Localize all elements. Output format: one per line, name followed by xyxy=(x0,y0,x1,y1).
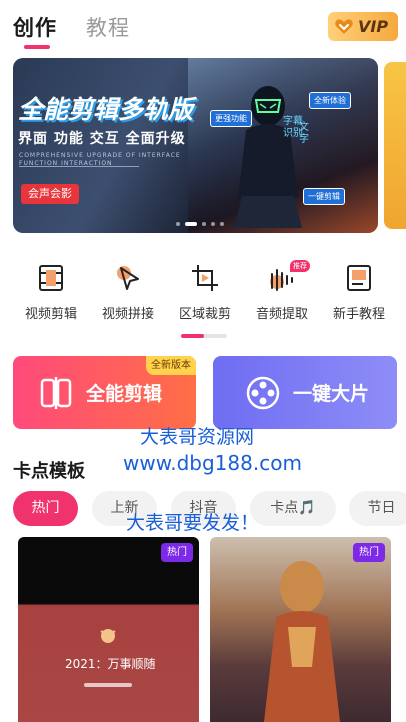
hot-badge: 热门 xyxy=(353,543,385,562)
book-icon xyxy=(347,265,371,291)
tool-area-crop[interactable]: 区域裁剪 xyxy=(167,262,243,322)
banner-title: 全能剪辑多轨版 xyxy=(18,95,194,124)
tab-create[interactable]: 创作 xyxy=(13,12,57,42)
banner-divider xyxy=(19,166,139,167)
banner-tag-oneclick: 一键剪辑 xyxy=(303,188,345,205)
section-title: 卡点模板 xyxy=(13,461,85,482)
banner-cta-label: 会声会影 xyxy=(21,184,79,204)
next-banner-peek[interactable] xyxy=(384,62,406,229)
pagination-dot-active xyxy=(185,222,197,226)
watermark-text: 大表哥资源网 xyxy=(140,426,255,448)
banner-vertical-text-2: 文字 xyxy=(299,122,309,145)
splice-cursor-icon xyxy=(117,266,139,290)
tool-label: 音频提取 xyxy=(255,307,308,322)
one-click-movie-card[interactable]: 一键大片 xyxy=(213,356,397,429)
tool-label: 视频拼接 xyxy=(101,307,154,322)
vip-label: VIP xyxy=(358,17,389,36)
tool-label: 区域裁剪 xyxy=(178,307,231,322)
banner-tag-new: 全新体验 xyxy=(309,92,351,109)
masked-person-image xyxy=(234,86,302,228)
chip-festival[interactable]: 节日 xyxy=(349,491,406,526)
promo-banner[interactable]: 全能剪辑多轨版 界面 功能 交互 全面升级 COMPREHENSIVE UPGR… xyxy=(13,58,378,233)
tool-beginner-tutorial[interactable]: 新手教程 xyxy=(321,262,397,322)
heart-chevron-icon xyxy=(335,18,353,34)
crop-icon xyxy=(192,265,218,291)
pagination-dot xyxy=(220,222,224,226)
tool-label: 新手教程 xyxy=(332,307,385,322)
tool-page-indicator-active xyxy=(181,334,204,338)
banner-tag-update: 更强功能 xyxy=(210,110,252,127)
chip-beat[interactable]: 卡点🎵 xyxy=(250,491,336,526)
one-click-movie-label: 一键大片 xyxy=(293,383,370,405)
template-card[interactable]: 热门 2021：万事顺随 xyxy=(18,537,199,722)
tool-grid: 视频剪辑 视频拼接 区域裁剪 推荐 音频提取 新手教程 xyxy=(0,260,406,332)
recommend-badge: 推荐 xyxy=(290,260,310,272)
banner-subtitle: 界面 功能 交互 全面升级 xyxy=(18,131,186,147)
top-header: 创作 教程 VIP xyxy=(0,0,406,52)
edit-clip-icon xyxy=(40,376,72,409)
active-tab-indicator xyxy=(24,45,50,49)
full-edit-card[interactable]: 全能剪辑 全新版本 xyxy=(13,356,196,429)
hot-badge: 热门 xyxy=(161,543,193,562)
template-card[interactable]: 热门 xyxy=(210,537,391,722)
pagination-dot xyxy=(211,222,215,226)
tool-label: 视频剪辑 xyxy=(24,307,77,322)
tab-tutorial[interactable]: 教程 xyxy=(86,12,130,42)
film-reel-icon xyxy=(246,376,280,409)
tool-video-splice[interactable]: 视频拼接 xyxy=(90,262,166,322)
pagination-dot xyxy=(202,222,206,226)
banner-pagination xyxy=(176,222,224,226)
tool-video-edit[interactable]: 视频剪辑 xyxy=(13,262,89,322)
template-caption: 2021：万事顺随 xyxy=(65,657,156,671)
chip-hot[interactable]: 热门 xyxy=(13,491,78,526)
pagination-dot xyxy=(176,222,180,226)
full-edit-label: 全能剪辑 xyxy=(86,383,163,405)
watermark-slogan: 大表哥要发发！ xyxy=(126,512,260,534)
hero-figure-image xyxy=(264,561,340,722)
new-version-badge: 全新版本 xyxy=(146,356,196,375)
vip-button[interactable]: VIP xyxy=(328,12,398,41)
tool-audio-extract[interactable]: 推荐 音频提取 xyxy=(244,260,320,322)
template-decoration xyxy=(84,683,132,687)
ox-sticker-icon xyxy=(100,629,116,643)
watermark-url: www.dbg188.com xyxy=(123,451,302,475)
film-strip-icon xyxy=(39,265,63,291)
